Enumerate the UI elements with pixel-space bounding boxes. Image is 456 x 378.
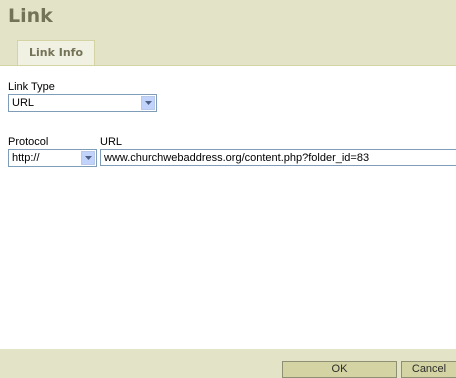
dialog-title-bar: Link	[0, 0, 456, 38]
protocol-select[interactable]: http://	[8, 149, 97, 167]
dialog-title: Link	[8, 5, 53, 27]
dialog-footer: OK Cancel	[0, 349, 456, 378]
chevron-down-icon[interactable]	[81, 151, 95, 165]
ok-button[interactable]: OK	[282, 361, 397, 378]
protocol-label: Protocol	[8, 136, 49, 148]
dialog-content: Link Type URL Protocol URL http:// www.c…	[0, 66, 456, 349]
link-type-select[interactable]: URL	[8, 94, 157, 112]
link-type-selected-value: URL	[12, 97, 35, 109]
url-label: URL	[100, 136, 123, 148]
tab-link-info[interactable]: Link Info	[17, 40, 95, 65]
link-type-label: Link Type	[8, 81, 55, 93]
tab-strip: Link Info	[0, 38, 456, 66]
chevron-down-icon[interactable]	[141, 96, 155, 110]
protocol-selected-value: http://	[12, 152, 40, 164]
url-input[interactable]: www.churchwebaddress.org/content.php?fol…	[100, 149, 456, 166]
cancel-button[interactable]: Cancel	[401, 361, 456, 378]
